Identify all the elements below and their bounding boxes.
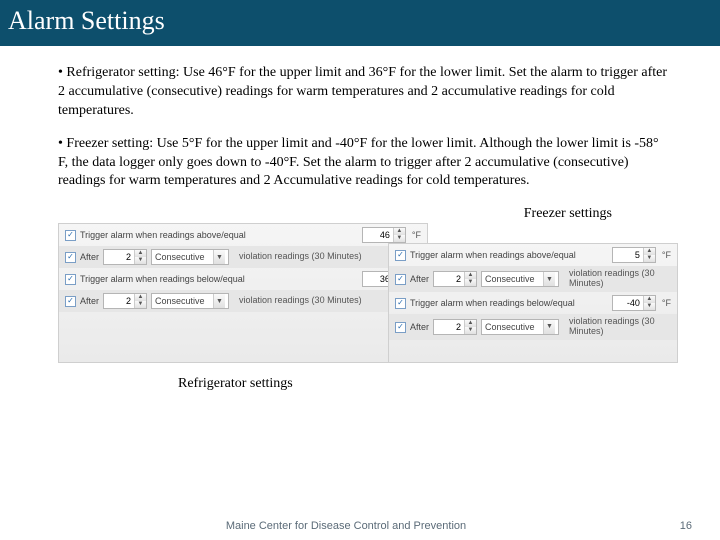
checkbox-lower-after[interactable]: ✓ — [65, 296, 76, 307]
after-label: After — [80, 251, 99, 263]
unit-label: °F — [662, 297, 671, 309]
violation-label: violation readings (30 Minutes) — [569, 317, 671, 337]
paragraph-freezer: • Freezer setting: Use 5°F for the upper… — [58, 135, 672, 192]
freezer-upper-after-row: ✓ After ▲▼ Consecutive ▼ violation readi… — [389, 266, 677, 292]
refrig-upper-after-input[interactable] — [104, 250, 134, 264]
spin-up-icon[interactable]: ▲ — [135, 250, 146, 257]
select-value: Consecutive — [155, 295, 207, 307]
refrig-lower-after-value[interactable]: ▲▼ — [103, 293, 147, 309]
refrig-lower-mode[interactable]: Consecutive ▼ — [151, 293, 229, 309]
body-text: • Refrigerator setting: Use 46°F for the… — [0, 46, 720, 435]
checkbox-lower[interactable]: ✓ — [395, 298, 406, 309]
refrig-upper-input[interactable] — [363, 228, 393, 242]
spin-down-icon[interactable]: ▼ — [465, 327, 476, 334]
footer-org: Maine Center for Disease Control and Pre… — [226, 520, 466, 532]
chevron-down-icon[interactable]: ▼ — [543, 272, 555, 286]
after-label: After — [80, 295, 99, 307]
freezer-upper-mode[interactable]: Consecutive ▼ — [481, 271, 559, 287]
settings-panels: Freezer settings ✓ Trigger alarm when re… — [58, 205, 672, 435]
chevron-down-icon[interactable]: ▼ — [213, 294, 225, 308]
freezer-upper-input[interactable] — [613, 248, 643, 262]
freezer-settings-label: Freezer settings — [524, 205, 612, 224]
freezer-upper-row: ✓ Trigger alarm when readings above/equa… — [389, 244, 677, 266]
trigger-above-label: Trigger alarm when readings above/equal — [80, 229, 246, 241]
checkbox-upper-after[interactable]: ✓ — [395, 274, 406, 285]
spin-up-icon[interactable]: ▲ — [394, 228, 405, 235]
chevron-down-icon[interactable]: ▼ — [543, 320, 555, 334]
refrig-lower-after-row: ✓ After ▲▼ Consecutive ▼ violation readi… — [59, 290, 427, 312]
select-value: Consecutive — [155, 251, 207, 263]
refrig-lower-row: ✓ Trigger alarm when readings below/equa… — [59, 268, 427, 290]
select-value: Consecutive — [485, 321, 537, 333]
spin-down-icon[interactable]: ▼ — [394, 235, 405, 242]
freezer-lower-value[interactable]: ▲▼ — [612, 295, 656, 311]
refrig-upper-after-row: ✓ After ▲▼ Consecutive ▼ violation readi… — [59, 246, 427, 268]
refrig-lower-after-input[interactable] — [104, 294, 134, 308]
select-value: Consecutive — [485, 273, 537, 285]
after-label: After — [410, 273, 429, 285]
unit-label: °F — [662, 249, 671, 261]
freezer-lower-after-row: ✓ After ▲▼ Consecutive ▼ violation readi… — [389, 314, 677, 340]
spin-up-icon[interactable]: ▲ — [135, 294, 146, 301]
freezer-upper-value[interactable]: ▲▼ — [612, 247, 656, 263]
spin-down-icon[interactable]: ▼ — [135, 257, 146, 264]
slide-header: Alarm Settings — [0, 0, 720, 46]
spin-up-icon[interactable]: ▲ — [644, 296, 655, 303]
spin-down-icon[interactable]: ▼ — [465, 279, 476, 286]
slide-title: Alarm Settings — [8, 6, 165, 35]
freezer-upper-after-value[interactable]: ▲▼ — [433, 271, 477, 287]
spin-down-icon[interactable]: ▼ — [644, 255, 655, 262]
freezer-lower-row: ✓ Trigger alarm when readings below/equa… — [389, 292, 677, 314]
page-number: 16 — [680, 520, 692, 532]
refrig-upper-value[interactable]: ▲▼ — [362, 227, 406, 243]
refrigerator-panel: ✓ Trigger alarm when readings above/equa… — [58, 223, 428, 363]
checkbox-lower-after[interactable]: ✓ — [395, 322, 406, 333]
violation-label: violation readings (30 Minutes) — [569, 269, 671, 289]
trigger-above-label: Trigger alarm when readings above/equal — [410, 249, 576, 261]
checkbox-upper[interactable]: ✓ — [395, 250, 406, 261]
trigger-below-label: Trigger alarm when readings below/equal — [80, 273, 245, 285]
spin-up-icon[interactable]: ▲ — [465, 272, 476, 279]
spin-up-icon[interactable]: ▲ — [465, 320, 476, 327]
unit-label: °F — [412, 229, 421, 241]
spin-up-icon[interactable]: ▲ — [644, 248, 655, 255]
spin-down-icon[interactable]: ▼ — [135, 301, 146, 308]
slide-footer: Maine Center for Disease Control and Pre… — [0, 520, 720, 532]
refrig-upper-after-value[interactable]: ▲▼ — [103, 249, 147, 265]
refrigerator-settings-label: Refrigerator settings — [178, 375, 293, 394]
freezer-lower-mode[interactable]: Consecutive ▼ — [481, 319, 559, 335]
checkbox-upper-after[interactable]: ✓ — [65, 252, 76, 263]
freezer-lower-after-value[interactable]: ▲▼ — [433, 319, 477, 335]
spin-down-icon[interactable]: ▼ — [644, 303, 655, 310]
freezer-lower-input[interactable] — [613, 296, 643, 310]
checkbox-lower[interactable]: ✓ — [65, 274, 76, 285]
violation-label: violation readings (30 Minutes) — [239, 296, 362, 306]
freezer-panel: ✓ Trigger alarm when readings above/equa… — [388, 243, 678, 363]
trigger-below-label: Trigger alarm when readings below/equal — [410, 297, 575, 309]
paragraph-refrigerator: • Refrigerator setting: Use 46°F for the… — [58, 64, 672, 121]
refrig-upper-row: ✓ Trigger alarm when readings above/equa… — [59, 224, 427, 246]
checkbox-upper[interactable]: ✓ — [65, 230, 76, 241]
chevron-down-icon[interactable]: ▼ — [213, 250, 225, 264]
freezer-lower-after-input[interactable] — [434, 320, 464, 334]
violation-label: violation readings (30 Minutes) — [239, 252, 362, 262]
refrig-upper-mode[interactable]: Consecutive ▼ — [151, 249, 229, 265]
freezer-upper-after-input[interactable] — [434, 272, 464, 286]
after-label: After — [410, 321, 429, 333]
